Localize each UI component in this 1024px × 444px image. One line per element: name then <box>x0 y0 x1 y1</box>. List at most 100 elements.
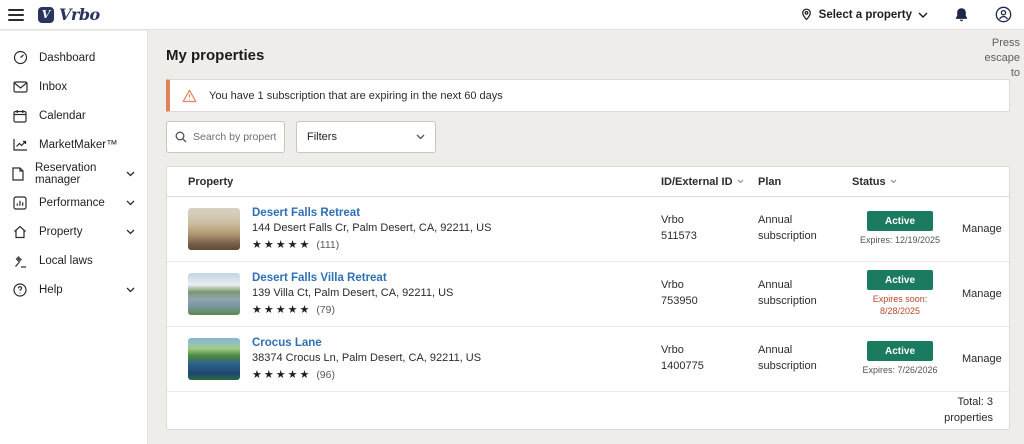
sidebar-item-reservation-manager[interactable]: Reservation manager <box>0 159 147 188</box>
search-icon <box>175 131 187 143</box>
sidebar-item-label: Inbox <box>39 81 67 93</box>
sidebar-item-label: Performance <box>39 197 105 209</box>
table-row: Desert Falls Villa Retreat 139 Villa Ct,… <box>167 262 1009 327</box>
column-header-id[interactable]: ID/External ID <box>661 176 758 188</box>
property-thumbnail[interactable] <box>188 273 240 315</box>
star-rating-icons: ★★★★★ <box>252 303 311 316</box>
expires-text: Expires soon: 8/28/2025 <box>855 294 945 317</box>
filters-dropdown[interactable]: Filters <box>296 121 436 153</box>
plan-value: Annual subscription <box>758 278 852 310</box>
column-header-plan: Plan <box>758 176 852 188</box>
manage-dropdown[interactable]: Manage <box>962 353 1010 365</box>
sidebar-item-property[interactable]: Property <box>0 217 147 246</box>
property-id: Vrbo 753950 <box>661 278 758 310</box>
hamburger-menu-icon[interactable] <box>8 6 24 24</box>
expires-text: Expires: 7/26/2026 <box>855 365 945 377</box>
sidebar-item-label: Property <box>39 226 82 238</box>
property-thumbnail[interactable] <box>188 208 240 250</box>
property-id: Vrbo 1400775 <box>661 343 758 375</box>
sidebar-item-label: Reservation manager <box>35 162 115 186</box>
account-icon[interactable] <box>995 6 1012 23</box>
star-rating-icons: ★★★★★ <box>252 238 311 251</box>
page-title: My properties <box>166 47 264 64</box>
sidebar-item-performance[interactable]: Performance <box>0 188 147 217</box>
table-footer: Total: 3 properties <box>167 392 1009 429</box>
star-rating-icons: ★★★★★ <box>252 368 311 381</box>
table-row: Crocus Lane 38374 Crocus Ln, Palm Desert… <box>167 327 1009 392</box>
sidebar-item-label: Dashboard <box>39 52 95 64</box>
search-box <box>166 121 285 153</box>
sidebar-item-local-laws[interactable]: Local laws <box>0 246 147 275</box>
column-header-property: Property <box>188 176 661 188</box>
chevron-down-icon <box>126 229 135 235</box>
select-property-dropdown[interactable]: Select a property <box>800 8 928 21</box>
performance-icon <box>12 196 28 210</box>
chevron-down-icon <box>918 12 928 18</box>
status-badge: Active <box>867 341 933 361</box>
chevron-down-icon <box>416 134 425 140</box>
sidebar-item-calendar[interactable]: Calendar <box>0 101 147 130</box>
chevron-down-icon <box>126 200 135 206</box>
property-name-link[interactable]: Crocus Lane <box>252 337 322 349</box>
sort-icon <box>737 179 744 184</box>
top-bar: V Vrbo Select a property <box>0 0 1024 30</box>
filters-label: Filters <box>307 131 337 143</box>
sidebar-item-inbox[interactable]: Inbox <box>0 72 147 101</box>
table-header-row: Property ID/External ID Plan Status <box>167 167 1009 197</box>
chevron-down-icon <box>126 171 135 177</box>
sidebar-item-label: Calendar <box>39 110 86 122</box>
chevron-down-icon <box>1009 226 1010 232</box>
property-address: 144 Desert Falls Cr, Palm Desert, CA, 92… <box>252 222 661 234</box>
gavel-icon <box>12 254 28 268</box>
select-property-label: Select a property <box>819 9 912 21</box>
review-count: (111) <box>316 239 339 251</box>
table-row: Desert Falls Retreat 144 Desert Falls Cr… <box>167 197 1009 262</box>
location-pin-icon <box>800 8 813 21</box>
status-badge: Active <box>867 270 933 290</box>
plan-value: Annual subscription <box>758 213 852 245</box>
help-icon <box>12 283 28 297</box>
review-count: (96) <box>316 369 335 381</box>
column-header-status[interactable]: Status <box>852 176 962 188</box>
sidebar-item-dashboard[interactable]: Dashboard <box>0 43 147 72</box>
main-content: My properties You have 1 subscription th… <box>149 31 1024 444</box>
manage-dropdown[interactable]: Manage <box>962 223 1010 235</box>
property-address: 139 Villa Ct, Palm Desert, CA, 92211, US <box>252 287 661 299</box>
plan-value: Annual subscription <box>758 343 852 375</box>
alert-text: You have 1 subscription that are expirin… <box>209 90 503 102</box>
manage-dropdown[interactable]: Manage <box>962 288 1010 300</box>
vrbo-logo[interactable]: V Vrbo <box>38 5 100 24</box>
property-address: 38374 Crocus Ln, Palm Desert, CA, 92211,… <box>252 352 661 364</box>
sidebar-item-label: MarketMaker™ <box>39 139 118 151</box>
sidebar-item-marketmaker[interactable]: MarketMaker™ <box>0 130 147 159</box>
property-rating: ★★★★★ (111) <box>252 238 661 251</box>
notifications-bell-icon[interactable] <box>954 7 969 23</box>
property-id: Vrbo 511573 <box>661 213 758 245</box>
chevron-down-icon <box>126 287 135 293</box>
property-home-icon <box>12 225 28 239</box>
sidebar-item-label: Local laws <box>39 255 93 267</box>
property-thumbnail[interactable] <box>188 338 240 380</box>
warning-triangle-icon <box>182 89 197 103</box>
chevron-down-icon <box>1009 291 1010 297</box>
expires-text: Expires: 12/19/2025 <box>855 235 945 247</box>
property-rating: ★★★★★ (79) <box>252 303 661 316</box>
reservation-icon <box>12 167 24 181</box>
search-input[interactable] <box>193 131 276 143</box>
marketmaker-icon <box>12 138 28 151</box>
sidebar: Dashboard Inbox Calendar MarketMaker™ Re… <box>0 31 148 444</box>
vrbo-logo-mark-icon: V <box>38 7 54 23</box>
vrbo-logo-text: Vrbo <box>59 5 100 24</box>
review-count: (79) <box>316 304 335 316</box>
subscription-alert-banner: You have 1 subscription that are expirin… <box>166 79 1010 112</box>
chevron-down-icon <box>1009 356 1010 362</box>
property-name-link[interactable]: Desert Falls Villa Retreat <box>252 272 387 284</box>
property-rating: ★★★★★ (96) <box>252 368 661 381</box>
sort-icon <box>890 179 897 184</box>
properties-table: Property ID/External ID Plan Status Dese… <box>166 166 1010 430</box>
sidebar-item-label: Help <box>39 284 63 296</box>
property-name-link[interactable]: Desert Falls Retreat <box>252 207 360 219</box>
total-count: Total: 3 properties <box>931 395 993 427</box>
status-badge: Active <box>867 211 933 231</box>
sidebar-item-help[interactable]: Help <box>0 275 147 304</box>
